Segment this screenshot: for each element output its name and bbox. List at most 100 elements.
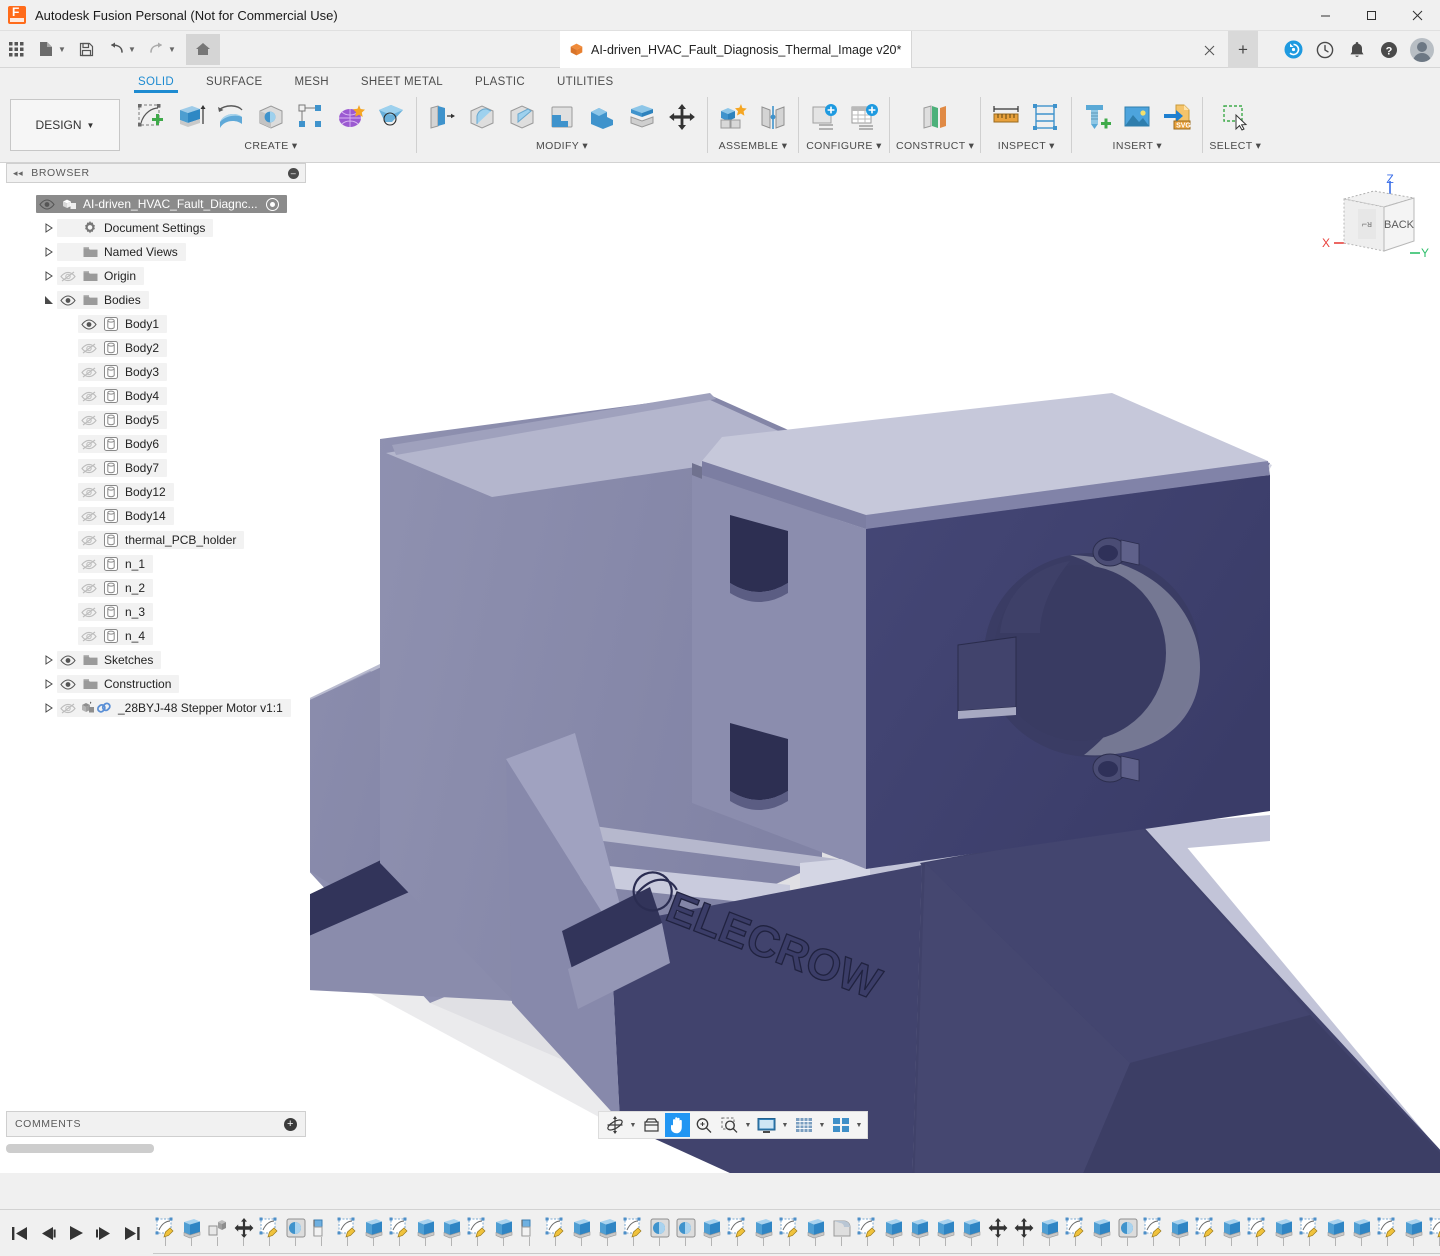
timeline-feature-extrude[interactable] [179, 1213, 205, 1246]
close-button[interactable] [1394, 0, 1440, 31]
browser-item-body3[interactable]: Body3 [6, 360, 306, 384]
chamfer-icon[interactable] [503, 96, 541, 138]
visibility-eye-off-icon[interactable] [78, 439, 100, 450]
add-comment-button[interactable]: + [284, 1117, 297, 1131]
timeline-feature-track[interactable] [153, 1213, 1440, 1254]
go-to-beginning-button[interactable] [10, 1223, 29, 1243]
browser-item-body4[interactable]: Body4 [6, 384, 306, 408]
ribbon-tab-utilities[interactable]: UTILITIES [541, 76, 629, 93]
browser-item-body6[interactable]: Body6 [6, 432, 306, 456]
visibility-eye-on-icon[interactable] [78, 318, 100, 330]
browser-item-n-4[interactable]: n_4 [6, 624, 306, 648]
undo-caret-icon[interactable]: ▼ [126, 36, 138, 62]
browser-item-sketches[interactable]: Sketches [6, 648, 306, 672]
ribbon-group-label-select[interactable]: SELECT ▾ [1209, 140, 1261, 152]
timeline-feature-sketch[interactable] [777, 1213, 803, 1246]
tree-collapsed-arrow-icon[interactable] [41, 223, 57, 233]
visibility-eye-off-icon[interactable] [57, 271, 79, 282]
timeline-feature-extrude[interactable] [907, 1213, 933, 1246]
timeline-feature-sketch[interactable] [1427, 1213, 1440, 1246]
redo-caret-icon[interactable]: ▼ [166, 36, 178, 62]
select-window-icon[interactable] [1216, 96, 1254, 138]
timeline-feature-plane[interactable] [517, 1213, 543, 1246]
timeline-feature-sketch[interactable] [1245, 1213, 1271, 1246]
visibility-eye-on-icon[interactable] [57, 654, 79, 666]
visibility-eye-off-icon[interactable] [78, 487, 100, 498]
create-sketch-icon[interactable] [132, 96, 170, 138]
timeline-feature-revolve[interactable] [1115, 1213, 1141, 1246]
press-pull-icon[interactable] [423, 96, 461, 138]
browser-item-body1[interactable]: Body1 [6, 312, 306, 336]
sweep-icon[interactable] [252, 96, 290, 138]
visibility-eye-off-icon[interactable] [78, 535, 100, 546]
timeline-feature-sketch[interactable] [1063, 1213, 1089, 1246]
step-back-button[interactable] [38, 1223, 57, 1243]
timeline-feature-extrude[interactable] [803, 1213, 829, 1246]
ribbon-group-label-assemble[interactable]: ASSEMBLE ▾ [719, 140, 788, 152]
ribbon-group-label-construct[interactable]: CONSTRUCT ▾ [896, 140, 974, 152]
ribbon-tab-sheet-metal[interactable]: SHEET METAL [345, 76, 459, 93]
zoom-icon[interactable] [691, 1113, 716, 1137]
timeline-feature-sketch[interactable] [725, 1213, 751, 1246]
visibility-eye-off-icon[interactable] [78, 463, 100, 474]
browser-item-body14[interactable]: Body14 [6, 504, 306, 528]
extrude-icon[interactable] [172, 96, 210, 138]
visibility-eye-on-icon[interactable] [57, 294, 79, 306]
timeline-feature-extrude[interactable] [1089, 1213, 1115, 1246]
browser-minimize-icon[interactable]: – [288, 167, 299, 179]
measure-icon[interactable] [987, 96, 1025, 138]
timeline-feature-sketch[interactable] [1297, 1213, 1323, 1246]
move-copy-icon[interactable] [663, 96, 701, 138]
job-status-clock-icon[interactable] [1310, 35, 1340, 65]
visibility-eye-off-icon[interactable] [57, 703, 79, 714]
form-icon[interactable] [332, 96, 370, 138]
tree-expanded-arrow-icon[interactable] [20, 199, 36, 209]
timeline-feature-extrude[interactable] [595, 1213, 621, 1246]
browser-item-origin[interactable]: Origin [6, 264, 306, 288]
browser-item-thermal-pcb-holder[interactable]: thermal_PCB_holder [6, 528, 306, 552]
timeline-feature-fillet[interactable] [829, 1213, 855, 1246]
ribbon-tab-surface[interactable]: SURFACE [190, 76, 278, 93]
step-forward-button[interactable] [94, 1223, 113, 1243]
browser-item-construction[interactable]: Construction [6, 672, 306, 696]
configure-design-icon[interactable] [805, 96, 843, 138]
timeline-feature-extrude[interactable] [361, 1213, 387, 1246]
display-settings-icon[interactable] [754, 1113, 779, 1137]
timeline-feature-extrude[interactable] [1401, 1213, 1427, 1246]
timeline-feature-move[interactable] [231, 1213, 257, 1246]
joint-icon[interactable] [754, 96, 792, 138]
timeline-feature-extrude[interactable] [1349, 1213, 1375, 1246]
extension-sync-icon[interactable] [1278, 35, 1308, 65]
browser-horizontal-scrollbar[interactable] [6, 1144, 306, 1153]
viewports-icon[interactable] [828, 1113, 853, 1137]
active-component-radio[interactable] [265, 197, 279, 211]
visibility-eye-off-icon[interactable] [78, 631, 100, 642]
timeline-feature-extrude[interactable] [1271, 1213, 1297, 1246]
timeline-feature-extrude[interactable] [491, 1213, 517, 1246]
document-tab-close-icon[interactable] [1198, 39, 1220, 61]
browser-item-body7[interactable]: Body7 [6, 456, 306, 480]
zoom-window-caret-icon[interactable]: ▼ [743, 1113, 753, 1137]
shell-icon[interactable] [543, 96, 581, 138]
tree-collapsed-arrow-icon[interactable] [41, 655, 57, 665]
offset-plane-icon[interactable] [916, 96, 954, 138]
revolve-icon[interactable] [212, 96, 250, 138]
browser-collapse-icon[interactable]: ◂◂ [13, 168, 23, 179]
configuration-table-icon[interactable] [845, 96, 883, 138]
timeline-feature-extrude[interactable] [1167, 1213, 1193, 1246]
ribbon-group-label-modify[interactable]: MODIFY ▾ [536, 140, 588, 152]
timeline-feature-sketch[interactable] [387, 1213, 413, 1246]
timeline-feature-sketch[interactable] [1141, 1213, 1167, 1246]
visibility-eye-off-icon[interactable] [78, 391, 100, 402]
timeline-feature-extrude[interactable] [1323, 1213, 1349, 1246]
timeline-feature-extrude[interactable] [699, 1213, 725, 1246]
tree-expanded-arrow-icon[interactable] [41, 295, 57, 305]
section-analysis-icon[interactable] [1027, 96, 1065, 138]
combine-icon[interactable] [583, 96, 621, 138]
timeline-feature-plane[interactable] [309, 1213, 335, 1246]
timeline-feature-extrude[interactable] [881, 1213, 907, 1246]
timeline-feature-extrude[interactable] [413, 1213, 439, 1246]
app-grid-icon[interactable] [2, 36, 30, 62]
ribbon-group-label-insert[interactable]: INSERT ▾ [1113, 140, 1163, 152]
play-button[interactable] [66, 1223, 85, 1243]
